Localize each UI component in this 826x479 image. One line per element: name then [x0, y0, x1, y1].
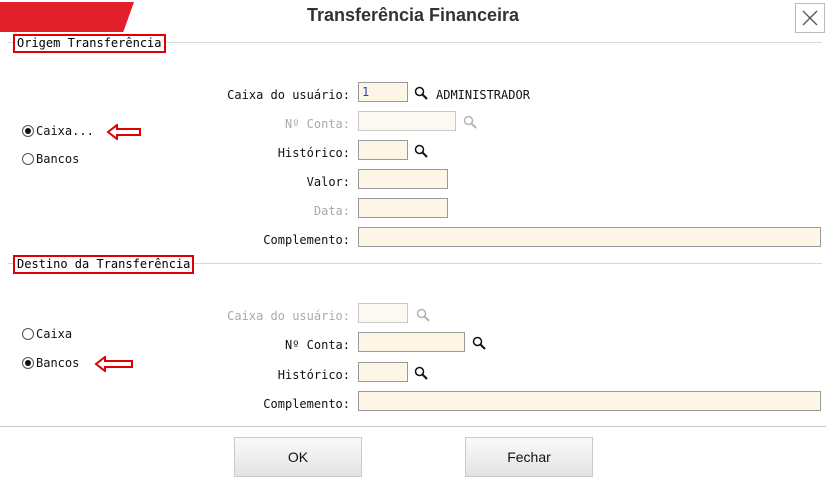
origem-complemento-input[interactable] — [358, 227, 821, 247]
radio-unselected-icon — [22, 328, 34, 340]
destino-numero-conta-input[interactable] — [358, 332, 465, 352]
close-icon — [802, 10, 818, 26]
search-icon — [463, 115, 477, 129]
destino-caixa-usuario-input[interactable] — [358, 303, 408, 323]
search-icon — [416, 308, 430, 322]
origem-numero-conta-label: Nº Conta: — [284, 117, 350, 131]
arrow-left-annotation-icon — [106, 124, 141, 140]
close-button[interactable] — [795, 3, 825, 33]
origem-caixa-usuario-label: Caixa do usuário: — [227, 88, 350, 102]
radio-selected-icon — [22, 357, 34, 369]
origem-valor-input[interactable] — [358, 169, 448, 189]
search-icon[interactable] — [414, 86, 428, 100]
destino-caixa-usuario-label: Caixa do usuário: — [227, 309, 350, 323]
origem-numero-conta-input[interactable] — [358, 111, 456, 131]
destino-numero-conta-label: Nº Conta: — [284, 338, 350, 352]
origem-caixa-usuario-input[interactable]: 1 — [358, 82, 408, 102]
footer-divider — [0, 426, 826, 427]
ok-button[interactable]: OK — [234, 437, 362, 477]
destino-complemento-label: Complemento: — [263, 397, 350, 411]
arrow-left-annotation-icon — [94, 356, 133, 372]
origem-data-label: Data: — [313, 204, 350, 218]
origem-valor-label: Valor: — [306, 175, 350, 189]
radio-unselected-icon — [22, 153, 34, 165]
destino-historico-input[interactable] — [358, 362, 408, 382]
origem-historico-label: Histórico: — [277, 146, 350, 160]
fechar-button[interactable]: Fechar — [465, 437, 593, 477]
origem-radio-caixa-label: Caixa... — [36, 124, 94, 138]
origem-complemento-label: Complemento: — [263, 233, 350, 247]
origem-radio-bancos-label: Bancos — [36, 152, 80, 166]
origem-radio-caixa[interactable]: Caixa... — [22, 123, 94, 139]
destino-radio-caixa[interactable]: Caixa — [22, 326, 72, 342]
origem-user-name: ADMINISTRADOR — [436, 88, 530, 102]
destino-radio-bancos[interactable]: Bancos — [22, 355, 79, 371]
destino-section-label: Destino da Transferência — [13, 255, 195, 274]
origem-historico-input[interactable] — [358, 140, 408, 160]
radio-selected-icon — [22, 125, 34, 137]
origem-data-input[interactable] — [358, 198, 448, 218]
destino-historico-label: Histórico: — [277, 368, 350, 382]
destino-radio-caixa-label: Caixa — [36, 327, 73, 341]
destino-complemento-input[interactable] — [358, 391, 821, 411]
search-icon[interactable] — [472, 336, 486, 350]
origem-radio-bancos[interactable]: Bancos — [22, 151, 79, 167]
search-icon[interactable] — [414, 144, 428, 158]
title-bar: Transferência Financeira — [0, 0, 826, 36]
window-title: Transferência Financeira — [306, 5, 520, 25]
search-icon[interactable] — [414, 366, 428, 380]
destino-radio-bancos-label: Bancos — [36, 356, 80, 370]
origem-section-label: Origem Transferência — [13, 34, 166, 53]
